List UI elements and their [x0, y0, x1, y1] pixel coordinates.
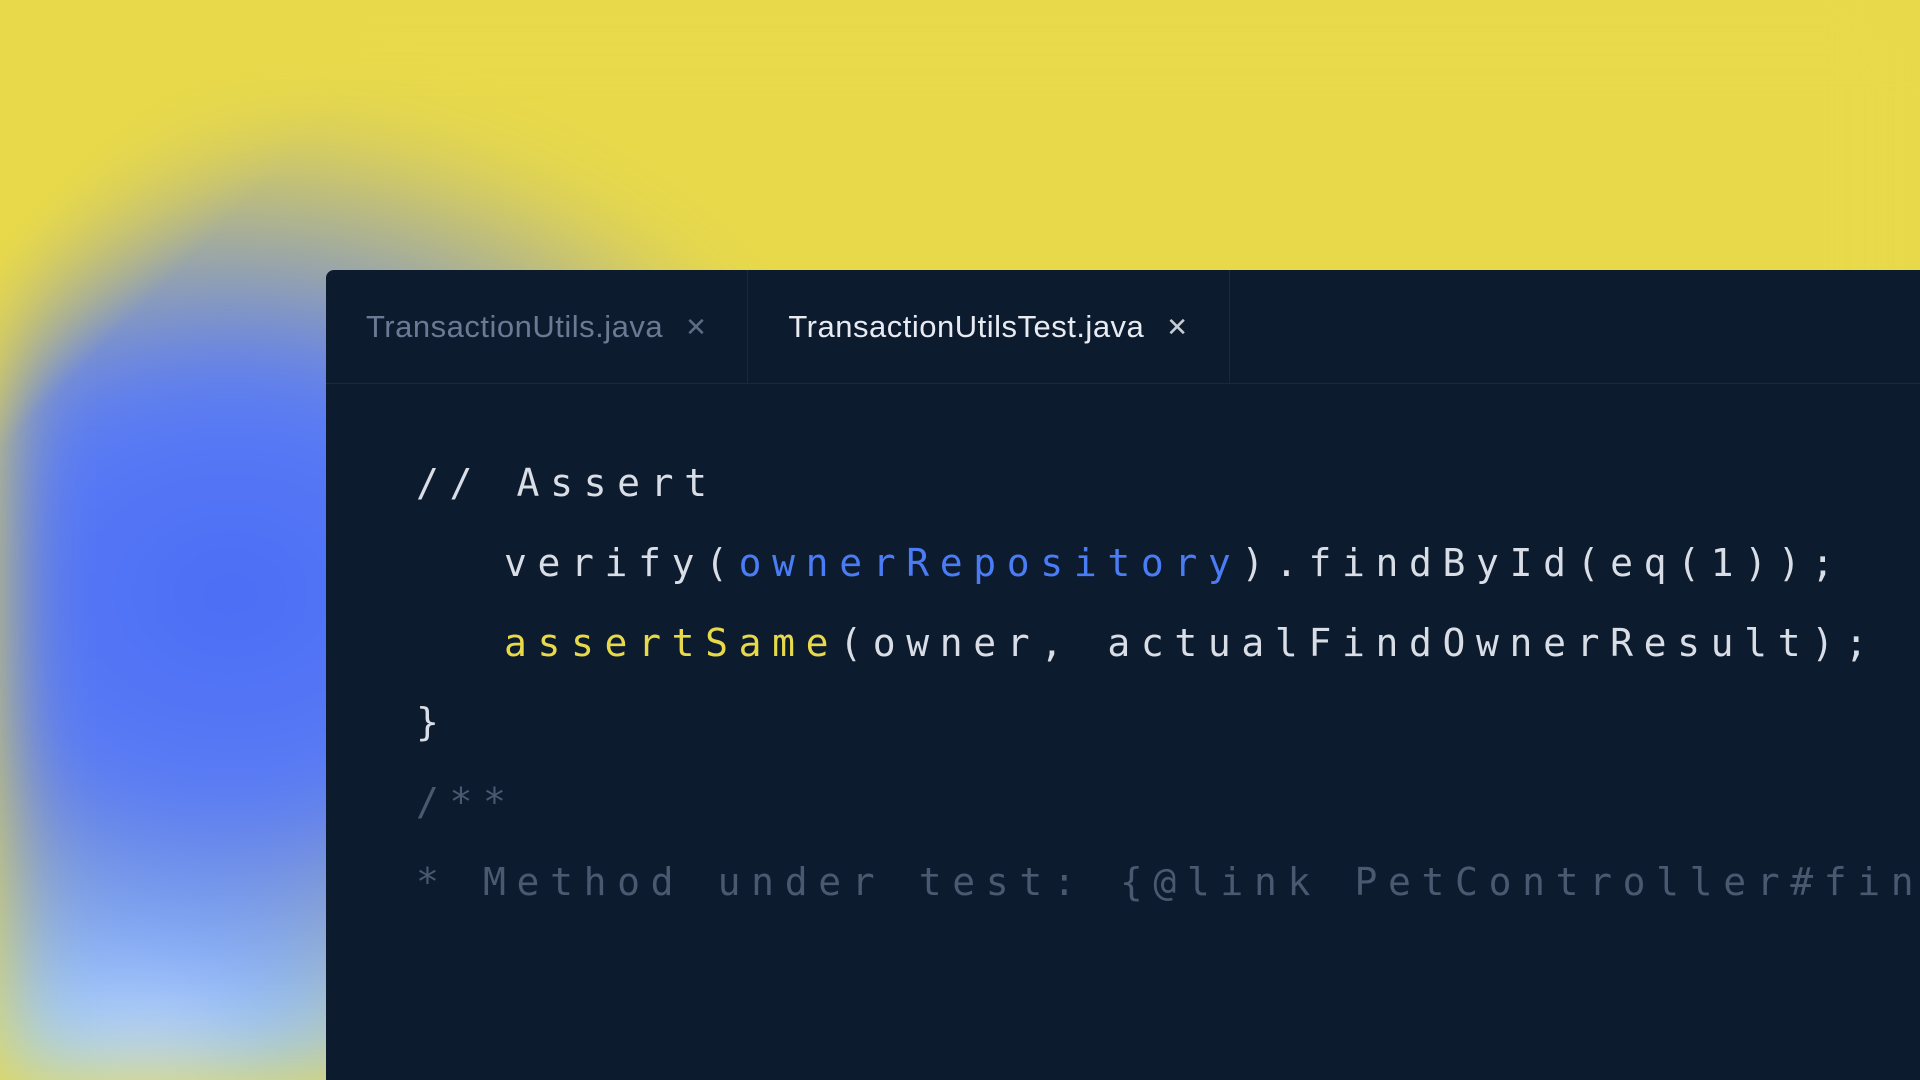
- code-method: assertSame: [504, 621, 839, 665]
- tab-label: TransactionUtilsTest.java: [788, 309, 1144, 345]
- code-javadoc-line: * Method under test: {@link PetControlle…: [416, 860, 1920, 904]
- close-icon[interactable]: ✕: [1166, 314, 1188, 340]
- code-line: assertSame(owner, actualFindOwnerResult)…: [416, 604, 1920, 684]
- code-line: }: [416, 683, 1920, 763]
- code-editor-window: TransactionUtils.java ✕ TransactionUtils…: [326, 270, 1920, 1080]
- code-text: verify(: [504, 541, 739, 585]
- code-line: * Method under test: {@link PetControlle…: [416, 843, 1920, 923]
- tab-label: TransactionUtils.java: [366, 309, 663, 345]
- code-editor-content[interactable]: // Assert verify(ownerRepository).findBy…: [326, 384, 1920, 923]
- code-javadoc-start: /**: [416, 780, 517, 824]
- tab-bar: TransactionUtils.java ✕ TransactionUtils…: [326, 270, 1920, 384]
- tab-transaction-utils[interactable]: TransactionUtils.java ✕: [326, 270, 748, 383]
- code-line: // Assert: [416, 444, 1920, 524]
- code-line: /**: [416, 763, 1920, 843]
- code-brace: }: [416, 700, 450, 744]
- code-text: (owner, actualFindOwnerResult);: [839, 621, 1878, 665]
- close-icon[interactable]: ✕: [685, 314, 707, 340]
- tab-transaction-utils-test[interactable]: TransactionUtilsTest.java ✕: [748, 270, 1229, 383]
- code-comment: // Assert: [416, 461, 718, 505]
- code-line: verify(ownerRepository).findById(eq(1));: [416, 524, 1920, 604]
- code-identifier: ownerRepository: [739, 541, 1242, 585]
- code-text: ).findById(eq(1));: [1241, 541, 1844, 585]
